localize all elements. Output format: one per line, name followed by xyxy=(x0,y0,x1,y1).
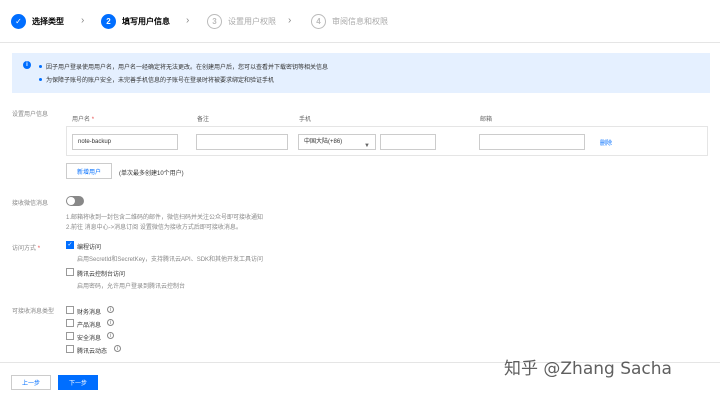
delete-row-link[interactable]: 删除 xyxy=(600,138,612,147)
help-icon[interactable]: i xyxy=(107,319,114,326)
bullet-icon xyxy=(39,65,42,68)
programmatic-access-desc: 启用SecretId和SecretKey，支持腾讯云API、SDK和其他开发工具… xyxy=(77,257,264,263)
console-access-label: 腾讯云控制台访问 xyxy=(77,272,126,278)
product-message-checkbox[interactable] xyxy=(66,319,74,327)
step-fill-user-info[interactable]: 2 填写用户信息 xyxy=(101,14,170,29)
email-input[interactable] xyxy=(479,134,585,150)
finance-message-checkbox[interactable] xyxy=(66,306,74,314)
country-code-select[interactable]: 中国大陆(+86) ▼ xyxy=(298,134,376,150)
access-method-label: 访问方式 * xyxy=(12,246,41,252)
step-label: 填写用户信息 xyxy=(122,17,170,26)
help-icon[interactable]: i xyxy=(107,332,114,339)
step-select-type[interactable]: ✓ 选择类型 xyxy=(11,14,64,29)
divider xyxy=(0,42,720,43)
add-user-button[interactable]: 新增用户 xyxy=(66,163,112,179)
product-message-label: 产品消息 xyxy=(77,323,102,329)
security-message-label: 安全消息 xyxy=(77,336,102,342)
prev-step-button[interactable]: 上一步 xyxy=(11,375,51,390)
info-icon: i xyxy=(23,61,31,69)
info-line-1: 因子用户登录使用用户名，用户名一经确定将无法更改。在创建用户后，您可以查看并下载… xyxy=(46,65,329,71)
column-header-username: 用户名 * xyxy=(72,117,95,123)
phone-input[interactable] xyxy=(380,134,436,150)
message-types-label: 可接收消息类型 xyxy=(12,309,55,315)
step-label: 设置用户权限 xyxy=(228,17,276,26)
username-input[interactable]: note-backup xyxy=(72,134,178,150)
chevron-down-icon: ▼ xyxy=(364,143,370,149)
console-access-desc: 启用密码，允许用户登录到腾讯云控制台 xyxy=(77,284,186,290)
column-header-email: 邮箱 xyxy=(480,117,493,123)
column-header-remark: 备注 xyxy=(197,117,210,123)
help-icon[interactable]: i xyxy=(107,306,114,313)
check-icon: ✓ xyxy=(11,14,26,29)
cloud-news-checkbox[interactable] xyxy=(66,345,74,353)
info-notice: i 因子用户登录使用用户名，用户名一经确定将无法更改。在创建用户后，您可以查看并… xyxy=(12,53,710,93)
wechat-notify-toggle[interactable] xyxy=(66,196,84,206)
step-label: 审阅信息和权限 xyxy=(332,17,388,26)
finance-message-label: 财务消息 xyxy=(77,310,102,316)
bullet-icon xyxy=(39,78,42,81)
programmatic-access-checkbox[interactable]: ✓ xyxy=(66,241,74,249)
step-review[interactable]: 4 审阅信息和权限 xyxy=(311,14,388,29)
chevron-right-icon: › xyxy=(186,15,190,26)
step-number: 2 xyxy=(101,14,116,29)
help-icon[interactable]: i xyxy=(114,345,121,352)
user-info-label: 设置用户信息 xyxy=(12,112,49,118)
step-set-permissions[interactable]: 3 设置用户权限 xyxy=(207,14,276,29)
info-line-2: 为保障子账号的账户安全，未完善手机信息的子账号在登录时将被要求绑定和验证手机 xyxy=(46,78,275,84)
add-user-hint: (单次最多创建10个用户) xyxy=(119,171,184,177)
wechat-notify-label: 接收微信消息 xyxy=(12,201,49,207)
remark-input[interactable] xyxy=(196,134,288,150)
notify-hint-1: 1.邮箱将收到一封包含二维码的邮件，微信扫码并关注公众号即可接收通知 xyxy=(66,215,264,221)
toggle-knob xyxy=(67,197,75,205)
step-label: 选择类型 xyxy=(32,17,64,26)
console-access-checkbox[interactable] xyxy=(66,268,74,276)
chevron-right-icon: › xyxy=(288,15,292,26)
step-number: 4 xyxy=(311,14,326,29)
cloud-news-label: 腾讯云动态 xyxy=(77,349,108,355)
watermark-text: 知乎 @Zhang Sacha xyxy=(504,359,672,379)
security-message-checkbox[interactable] xyxy=(66,332,74,340)
column-header-phone: 手机 xyxy=(299,117,312,123)
step-number: 3 xyxy=(207,14,222,29)
notify-hint-2: 2.前往 消息中心->消息订阅 设置微信为接收方式后即可接收消息。 xyxy=(66,225,242,231)
chevron-right-icon: › xyxy=(81,15,85,26)
next-step-button[interactable]: 下一步 xyxy=(58,375,98,390)
programmatic-access-label: 编程访问 xyxy=(77,245,102,251)
